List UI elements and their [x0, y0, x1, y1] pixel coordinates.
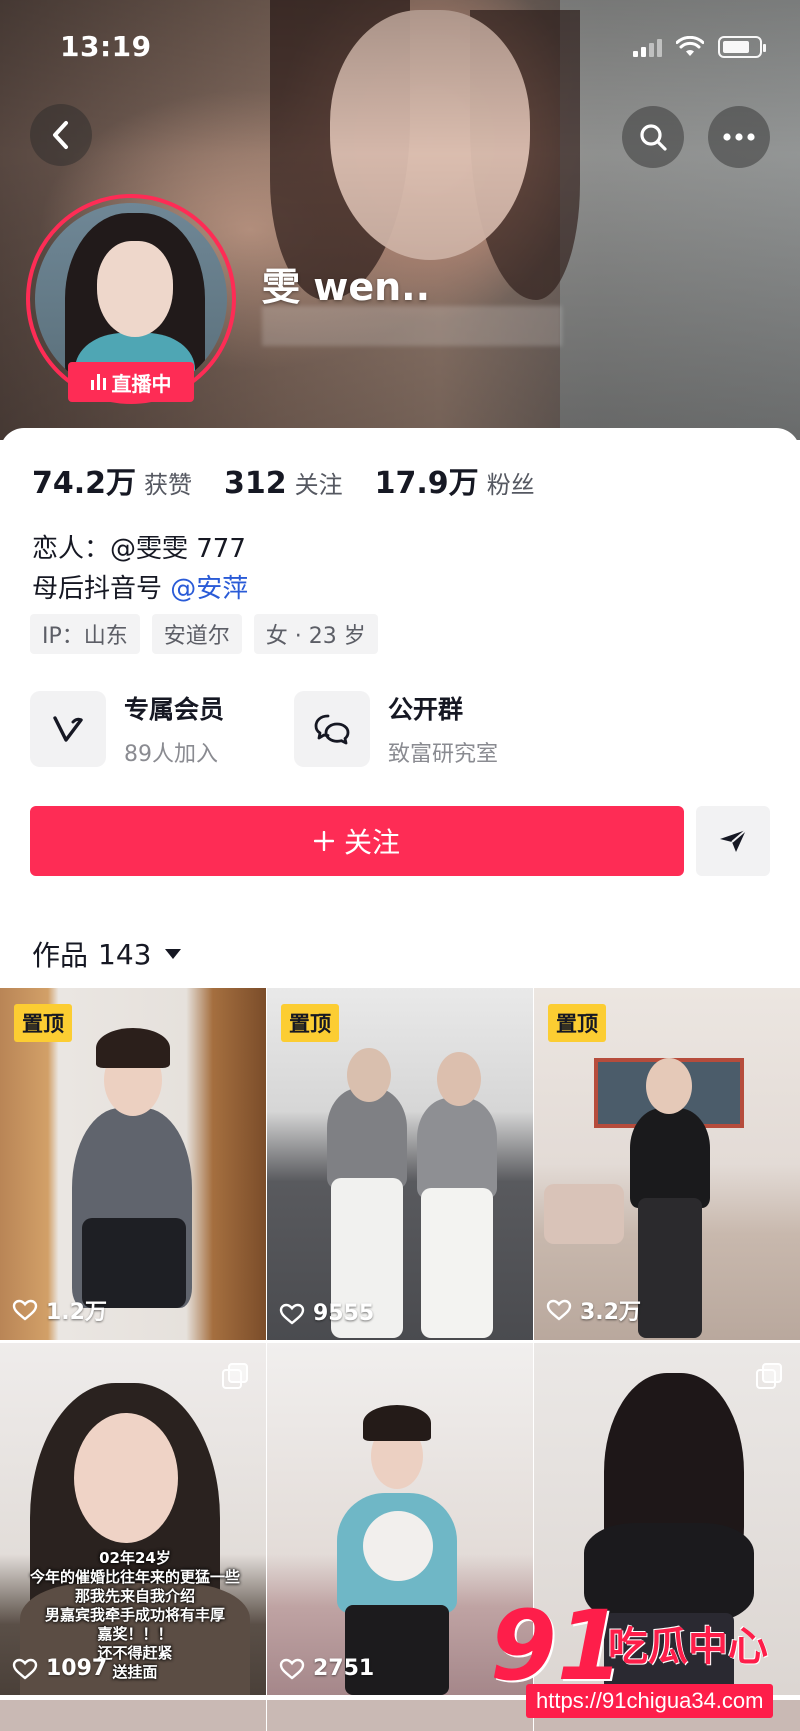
stats-row: 74.2万 获赞 312 关注 17.9万 粉丝: [32, 458, 567, 502]
status-time: 13:19: [60, 30, 152, 63]
video-tile[interactable]: 置顶 1.2万: [0, 988, 266, 1340]
like-count: 1097: [46, 1656, 108, 1681]
video-grid: 置顶 1.2万 置顶 9555 置顶 3.2万 02年24岁 今年的催婚比往年来…: [0, 988, 800, 1695]
heart-icon: [12, 1299, 38, 1321]
heart-icon: [546, 1299, 572, 1321]
profile-nickname: 雯 wen..: [262, 265, 431, 309]
multi-image-icon: [222, 1363, 250, 1389]
tag-ip: IP：山东: [30, 614, 140, 654]
pinned-badge: 置顶: [281, 1004, 339, 1042]
status-bar: 13:19: [0, 0, 800, 92]
chat-bubbles-icon: [314, 714, 350, 745]
plus-icon: [313, 831, 334, 851]
more-button[interactable]: [708, 106, 770, 168]
bio-line-2: 母后抖音号 @安萍: [32, 574, 249, 604]
tag-gender-age: 女 · 23 岁: [253, 614, 378, 654]
chevron-left-icon: [53, 121, 68, 149]
like-count: 9555: [313, 1301, 375, 1326]
caret-down-icon: [165, 949, 182, 959]
search-icon: [640, 124, 667, 151]
profile-card: 74.2万 获赞 312 关注 17.9万 粉丝 恋人：@雯雯 777 母后抖音号 @…: [0, 428, 800, 1731]
heart-icon: [279, 1303, 305, 1325]
pinned-badge: 置顶: [14, 1004, 72, 1042]
like-count: 3.2万: [580, 1300, 641, 1325]
mention-link[interactable]: @安萍: [170, 574, 248, 604]
search-button[interactable]: [622, 106, 684, 168]
tag-location: 安道尔: [151, 614, 242, 654]
bio-line-1: 恋人：@雯雯 777: [32, 534, 246, 564]
heart-icon: [12, 1658, 38, 1680]
live-badge[interactable]: 直播中: [68, 362, 194, 402]
stat-followers[interactable]: 17.9万 粉丝: [375, 458, 535, 502]
live-bars-icon: [90, 374, 106, 390]
stat-following[interactable]: 312 关注: [224, 465, 343, 501]
group-subtitle: 致富研究室: [388, 742, 499, 767]
member-title: 专属会员: [124, 695, 225, 724]
follow-label: 关注: [343, 826, 400, 859]
send-icon: [720, 829, 747, 852]
member-entry[interactable]: 专属会员 89人加入: [30, 690, 224, 768]
watermark-url: https://91chigua34.com: [526, 1684, 774, 1718]
pinned-badge: 置顶: [548, 1004, 606, 1042]
group-title: 公开群: [388, 695, 464, 724]
signal-icon: [633, 37, 662, 57]
video-tile[interactable]: 置顶 9555: [267, 988, 533, 1340]
battery-icon: [718, 36, 766, 58]
member-subtitle: 89人加入: [124, 742, 218, 767]
like-count: 1.2万: [46, 1300, 107, 1325]
wifi-icon: [676, 36, 704, 56]
share-button[interactable]: [696, 806, 770, 876]
like-count: 2751: [313, 1656, 375, 1681]
works-label: 作品: [32, 939, 89, 972]
live-badge-label: 直播中: [111, 371, 172, 396]
v-icon: [53, 716, 83, 742]
video-tile[interactable]: 置顶 3.2万: [534, 988, 800, 1340]
multi-image-icon: [756, 1363, 784, 1389]
stat-likes[interactable]: 74.2万 获赞: [32, 458, 192, 502]
tag-list: IP：山东 安道尔 女 · 23 岁: [30, 614, 378, 654]
watermark: 91 吃瓜中心 https://91chigua34.com: [490, 1590, 800, 1731]
blurred-id: [262, 306, 562, 346]
more-dots-icon: [723, 133, 755, 141]
group-entry[interactable]: 公开群 致富研究室: [294, 690, 498, 768]
watermark-brand: 吃瓜中心: [608, 1624, 768, 1670]
follow-button[interactable]: 关注: [30, 806, 684, 876]
back-button[interactable]: [30, 104, 92, 166]
works-tab[interactable]: 作品 143: [32, 934, 182, 974]
heart-icon: [279, 1658, 305, 1680]
works-count: 143: [98, 937, 152, 971]
video-tile[interactable]: 02年24岁 今年的催婚比往年来的更猛一些 那我先来自我介绍 男嘉宾我牵手成功将…: [0, 1343, 266, 1695]
